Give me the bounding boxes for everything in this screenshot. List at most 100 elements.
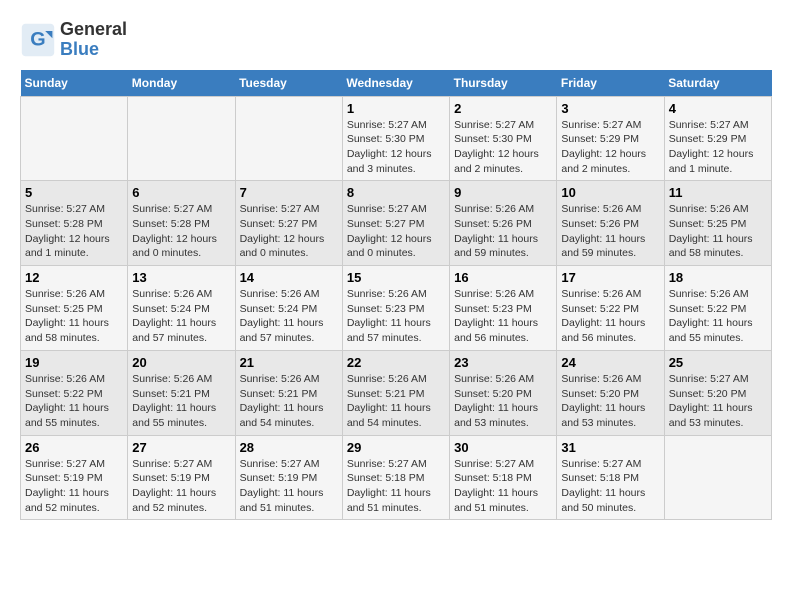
calendar-cell: 5 Sunrise: 5:27 AM Sunset: 5:28 PM Daylig… [21, 181, 128, 266]
calendar-cell: 26 Sunrise: 5:27 AM Sunset: 5:19 PM Dayli… [21, 435, 128, 520]
day-info: Sunrise: 5:27 AM Sunset: 5:27 PM Dayligh… [347, 202, 445, 261]
calendar-row: 26 Sunrise: 5:27 AM Sunset: 5:19 PM Dayli… [21, 435, 772, 520]
calendar-cell: 17 Sunrise: 5:26 AM Sunset: 5:22 PM Dayli… [557, 266, 664, 351]
weekday-header: Monday [128, 70, 235, 97]
calendar-cell: 9 Sunrise: 5:26 AM Sunset: 5:26 PM Daylig… [450, 181, 557, 266]
day-info: Sunrise: 5:27 AM Sunset: 5:30 PM Dayligh… [454, 118, 552, 177]
calendar-table: SundayMondayTuesdayWednesdayThursdayFrid… [20, 70, 772, 521]
day-info: Sunrise: 5:26 AM Sunset: 5:23 PM Dayligh… [347, 287, 445, 346]
calendar-cell: 21 Sunrise: 5:26 AM Sunset: 5:21 PM Dayli… [235, 350, 342, 435]
calendar-cell: 12 Sunrise: 5:26 AM Sunset: 5:25 PM Dayli… [21, 266, 128, 351]
day-number: 26 [25, 440, 123, 455]
day-info: Sunrise: 5:27 AM Sunset: 5:18 PM Dayligh… [561, 457, 659, 516]
day-number: 3 [561, 101, 659, 116]
weekday-header: Wednesday [342, 70, 449, 97]
day-info: Sunrise: 5:27 AM Sunset: 5:30 PM Dayligh… [347, 118, 445, 177]
day-info: Sunrise: 5:26 AM Sunset: 5:25 PM Dayligh… [25, 287, 123, 346]
calendar-cell: 19 Sunrise: 5:26 AM Sunset: 5:22 PM Dayli… [21, 350, 128, 435]
weekday-header: Sunday [21, 70, 128, 97]
day-info: Sunrise: 5:26 AM Sunset: 5:26 PM Dayligh… [454, 202, 552, 261]
day-info: Sunrise: 5:26 AM Sunset: 5:23 PM Dayligh… [454, 287, 552, 346]
calendar-cell [664, 435, 771, 520]
calendar-cell: 18 Sunrise: 5:26 AM Sunset: 5:22 PM Dayli… [664, 266, 771, 351]
day-info: Sunrise: 5:27 AM Sunset: 5:27 PM Dayligh… [240, 202, 338, 261]
day-number: 21 [240, 355, 338, 370]
day-info: Sunrise: 5:26 AM Sunset: 5:22 PM Dayligh… [669, 287, 767, 346]
calendar-cell: 23 Sunrise: 5:26 AM Sunset: 5:20 PM Dayli… [450, 350, 557, 435]
day-info: Sunrise: 5:26 AM Sunset: 5:20 PM Dayligh… [454, 372, 552, 431]
day-number: 11 [669, 185, 767, 200]
day-number: 29 [347, 440, 445, 455]
calendar-cell: 7 Sunrise: 5:27 AM Sunset: 5:27 PM Daylig… [235, 181, 342, 266]
day-info: Sunrise: 5:27 AM Sunset: 5:28 PM Dayligh… [132, 202, 230, 261]
calendar-cell: 20 Sunrise: 5:26 AM Sunset: 5:21 PM Dayli… [128, 350, 235, 435]
calendar-row: 1 Sunrise: 5:27 AM Sunset: 5:30 PM Daylig… [21, 96, 772, 181]
svg-text:G: G [30, 28, 45, 50]
logo-icon: G [20, 22, 56, 58]
day-info: Sunrise: 5:26 AM Sunset: 5:21 PM Dayligh… [132, 372, 230, 431]
calendar-cell: 28Sunrise: 5:27 AM Sunset: 5:19 PM Dayli… [235, 435, 342, 520]
day-info: Sunrise: 5:26 AM Sunset: 5:24 PM Dayligh… [240, 287, 338, 346]
calendar-row: 5 Sunrise: 5:27 AM Sunset: 5:28 PM Daylig… [21, 181, 772, 266]
calendar-cell: 1 Sunrise: 5:27 AM Sunset: 5:30 PM Daylig… [342, 96, 449, 181]
day-number: 8 [347, 185, 445, 200]
day-number: 28 [240, 440, 338, 455]
day-info: Sunrise: 5:26 AM Sunset: 5:21 PM Dayligh… [240, 372, 338, 431]
day-number: 9 [454, 185, 552, 200]
day-info: Sunrise: 5:26 AM Sunset: 5:21 PM Dayligh… [347, 372, 445, 431]
calendar-cell: 13 Sunrise: 5:26 AM Sunset: 5:24 PM Dayli… [128, 266, 235, 351]
day-number: 4 [669, 101, 767, 116]
calendar-cell: 24 Sunrise: 5:26 AM Sunset: 5:20 PM Dayli… [557, 350, 664, 435]
calendar-cell: 6 Sunrise: 5:27 AM Sunset: 5:28 PM Daylig… [128, 181, 235, 266]
calendar-cell: 15 Sunrise: 5:26 AM Sunset: 5:23 PM Dayli… [342, 266, 449, 351]
calendar-cell: 29 Sunrise: 5:27 AM Sunset: 5:18 PM Dayli… [342, 435, 449, 520]
day-info: Sunrise: 5:27 AM Sunset: 5:19 PM Dayligh… [132, 457, 230, 516]
day-number: 18 [669, 270, 767, 285]
calendar-cell: 22 Sunrise: 5:26 AM Sunset: 5:21 PM Dayli… [342, 350, 449, 435]
day-number: 10 [561, 185, 659, 200]
day-number: 1 [347, 101, 445, 116]
day-number: 31 [561, 440, 659, 455]
day-number: 13 [132, 270, 230, 285]
day-number: 20 [132, 355, 230, 370]
weekday-header: Tuesday [235, 70, 342, 97]
day-info: Sunrise: 5:26 AM Sunset: 5:22 PM Dayligh… [25, 372, 123, 431]
day-number: 19 [25, 355, 123, 370]
calendar-cell: 3 Sunrise: 5:27 AM Sunset: 5:29 PM Daylig… [557, 96, 664, 181]
day-info: Sunrise: 5:27 AM Sunset: 5:19 PM Dayligh… [25, 457, 123, 516]
day-number: 17 [561, 270, 659, 285]
calendar-cell: 11 Sunrise: 5:26 AM Sunset: 5:25 PM Dayli… [664, 181, 771, 266]
day-info: Sunrise: 5:26 AM Sunset: 5:22 PM Dayligh… [561, 287, 659, 346]
day-number: 15 [347, 270, 445, 285]
day-info: Sunrise: 5:26 AM Sunset: 5:25 PM Dayligh… [669, 202, 767, 261]
day-number: 30 [454, 440, 552, 455]
calendar-cell: 31 Sunrise: 5:27 AM Sunset: 5:18 PM Dayli… [557, 435, 664, 520]
calendar-cell [21, 96, 128, 181]
calendar-row: 19 Sunrise: 5:26 AM Sunset: 5:22 PM Dayli… [21, 350, 772, 435]
day-info: Sunrise: 5:27 AM Sunset: 5:28 PM Dayligh… [25, 202, 123, 261]
day-number: 6 [132, 185, 230, 200]
weekday-header: Friday [557, 70, 664, 97]
day-number: 12 [25, 270, 123, 285]
day-info: Sunrise: 5:27 AM Sunset: 5:29 PM Dayligh… [561, 118, 659, 177]
calendar-cell [128, 96, 235, 181]
calendar-cell: 30Sunrise: 5:27 AM Sunset: 5:18 PM Dayli… [450, 435, 557, 520]
logo: G General Blue [20, 20, 127, 60]
day-info: Sunrise: 5:27 AM Sunset: 5:18 PM Dayligh… [347, 457, 445, 516]
day-info: Sunrise: 5:27 AM Sunset: 5:20 PM Dayligh… [669, 372, 767, 431]
day-number: 16 [454, 270, 552, 285]
page-header: G General Blue [20, 20, 772, 60]
day-number: 23 [454, 355, 552, 370]
day-number: 7 [240, 185, 338, 200]
day-number: 22 [347, 355, 445, 370]
logo-text: General Blue [60, 20, 127, 60]
day-number: 5 [25, 185, 123, 200]
weekday-header: Saturday [664, 70, 771, 97]
calendar-cell: 2Sunrise: 5:27 AM Sunset: 5:30 PM Daylig… [450, 96, 557, 181]
calendar-row: 12 Sunrise: 5:26 AM Sunset: 5:25 PM Dayli… [21, 266, 772, 351]
day-info: Sunrise: 5:26 AM Sunset: 5:24 PM Dayligh… [132, 287, 230, 346]
day-number: 24 [561, 355, 659, 370]
day-number: 27 [132, 440, 230, 455]
day-number: 25 [669, 355, 767, 370]
day-info: Sunrise: 5:26 AM Sunset: 5:20 PM Dayligh… [561, 372, 659, 431]
